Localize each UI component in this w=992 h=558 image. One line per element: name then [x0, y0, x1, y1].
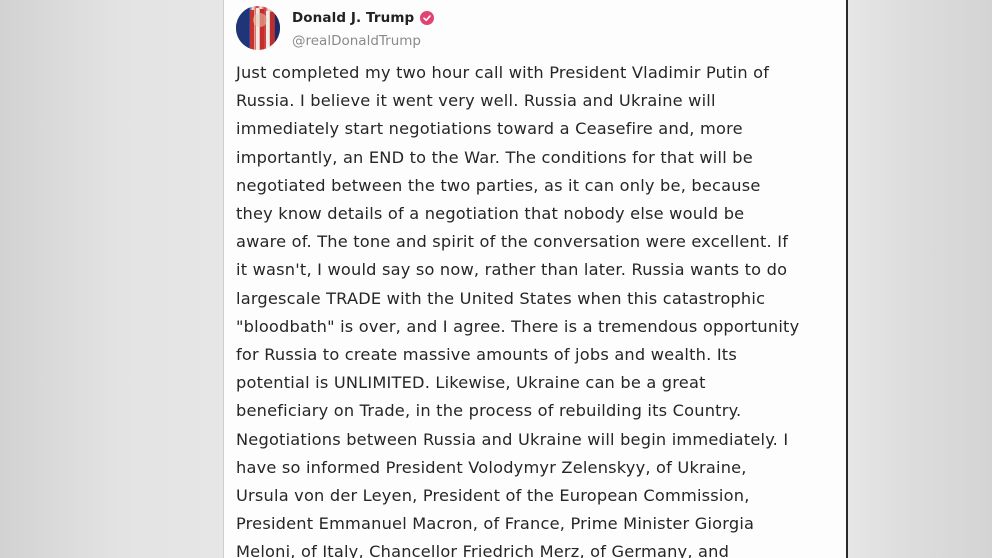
post-text-line: President Emmanuel Macron, of France, Pr…: [236, 514, 755, 534]
post-text-line: negotiated between the two parties, as i…: [236, 175, 761, 195]
post-text-line: have so informed President Volodymyr Zel…: [236, 457, 747, 477]
post-header: Donald J. Trump @realDonaldTrump: [236, 6, 836, 52]
author-name-line: Donald J. Trump: [292, 10, 435, 26]
post-text-line: aware of. The tone and spirit of the con…: [236, 232, 789, 252]
post-text-line: Russia. I believe it went very well. Rus…: [236, 91, 716, 111]
verified-badge-icon: [420, 11, 435, 25]
post-text-line: Ursula von der Leyen, President of the E…: [236, 486, 750, 506]
post-text-line: largescale TRADE with the United States …: [236, 288, 766, 308]
post-text-line: Meloni, of Italy, Chancellor Friedrich M…: [236, 542, 730, 558]
author-display-name[interactable]: Donald J. Trump: [292, 10, 414, 26]
post-text-line: it wasn't, I would say so now, rather th…: [236, 260, 788, 280]
post-text-line: beneficiary on Trade, in the process of …: [236, 401, 742, 421]
post-card: Donald J. Trump @realDonaldTrump Just co…: [223, 0, 848, 558]
author-handle[interactable]: @realDonaldTrump: [292, 33, 421, 49]
post-text-line: for Russia to create massive amounts of …: [236, 345, 737, 365]
screen: Donald J. Trump @realDonaldTrump Just co…: [0, 0, 992, 558]
post-text-line: Negotiations between Russia and Ukraine …: [236, 429, 789, 449]
post-text-line: immediately start negotiations toward a …: [236, 119, 743, 139]
post-text-line: potential is UNLIMITED. Likewise, Ukrain…: [236, 373, 706, 393]
post-text-line: "bloodbath" is over, and I agree. There …: [236, 316, 800, 336]
post-body: Just completed my two hour call with Pre…: [236, 59, 836, 558]
profile-avatar[interactable]: [236, 6, 280, 50]
post-text-line: they know details of a negotiation that …: [236, 204, 745, 224]
post-text-line: Just completed my two hour call with Pre…: [236, 63, 770, 82]
post-text-line: importantly, an END to the War. The cond…: [236, 147, 753, 167]
